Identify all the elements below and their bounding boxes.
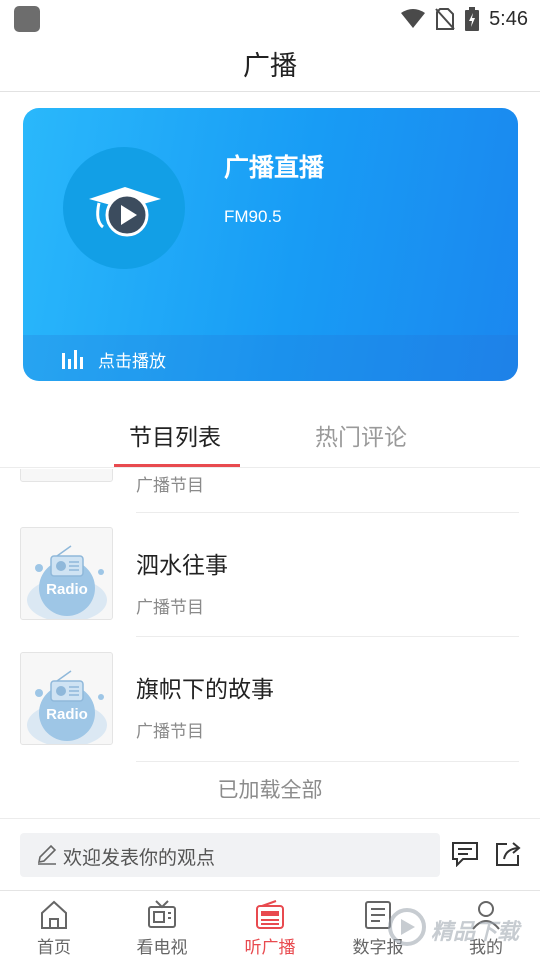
tv-icon (148, 900, 176, 928)
nav-tv[interactable]: 看电视 (108, 891, 216, 960)
list-item[interactable]: Radio 旗帜下的故事 广播节目 (0, 637, 540, 762)
program-thumbnail: Radio (20, 527, 113, 620)
page-title: 广播 (243, 51, 297, 82)
program-thumbnail: Radio (20, 652, 113, 745)
program-subtitle: 广播节目 (136, 598, 204, 618)
play-button[interactable]: 点击播放 (98, 347, 166, 372)
tab-program-list[interactable]: 节目列表 (129, 418, 221, 452)
thumbnail-text: Radio (46, 706, 88, 723)
page-header: 广播 (0, 38, 540, 92)
nav-home[interactable]: 首页 (0, 891, 108, 960)
comments-icon[interactable] (451, 841, 479, 867)
program-title: 旗帜下的故事 (136, 677, 274, 703)
live-title: 广播直播 (224, 153, 325, 182)
watermark-text: 精品下载 (431, 920, 520, 945)
active-tab-indicator (114, 464, 240, 467)
app-notification-icon (14, 6, 40, 32)
home-icon (41, 900, 67, 929)
battery-charging-icon (465, 7, 480, 31)
thumbnail-text: Radio (46, 581, 88, 598)
program-title: 泗水往事 (136, 553, 228, 579)
comment-input[interactable]: 欢迎发表你的观点 (20, 833, 440, 877)
program-subtitle: 广播节目 (136, 722, 204, 742)
list-end-text: 已加载全部 (217, 778, 323, 802)
audio-bars-icon (62, 350, 83, 369)
station-logo (63, 147, 185, 269)
nav-label: 听广播 (244, 938, 296, 958)
nav-radio[interactable]: 听广播 (216, 891, 324, 960)
list-item[interactable]: 广播节目 (0, 469, 540, 513)
divider (136, 761, 519, 762)
program-subtitle: 广播节目 (136, 476, 204, 496)
wifi-icon (401, 9, 426, 28)
watermark-logo-icon (388, 908, 426, 946)
comment-placeholder: 欢迎发表你的观点 (63, 847, 216, 869)
tab-bar: 节目列表 热门评论 (0, 400, 540, 468)
program-list: 广播节目 Radio 泗水往事 广播节目 Radio 旗帜下的故事 广播节目 已… (0, 469, 540, 818)
radio-illustration-icon: Radio (27, 670, 107, 744)
status-time: 5:46 (489, 7, 528, 30)
status-indicators: 5:46 (401, 6, 528, 32)
nav-label: 首页 (37, 938, 71, 958)
no-sim-icon (435, 8, 455, 30)
comment-bar: 欢迎发表你的观点 (0, 818, 540, 890)
pencil-icon (37, 844, 57, 865)
play-bar[interactable]: 点击播放 (23, 335, 518, 381)
radio-illustration-icon: Radio (27, 545, 107, 619)
program-thumbnail (20, 469, 113, 482)
tab-hot-comments[interactable]: 热门评论 (315, 418, 407, 452)
live-frequency: FM90.5 (224, 207, 282, 226)
graduation-cap-play-icon (89, 187, 161, 237)
radio-icon (256, 900, 284, 929)
nav-label: 看电视 (136, 938, 188, 958)
watermark: 精品下载 (385, 905, 535, 949)
live-broadcast-card[interactable]: 广播直播 FM90.5 点击播放 (23, 108, 518, 381)
list-item[interactable]: Radio 泗水往事 广播节目 (0, 513, 540, 637)
share-icon[interactable] (494, 841, 522, 867)
status-bar: 5:46 (0, 0, 540, 38)
